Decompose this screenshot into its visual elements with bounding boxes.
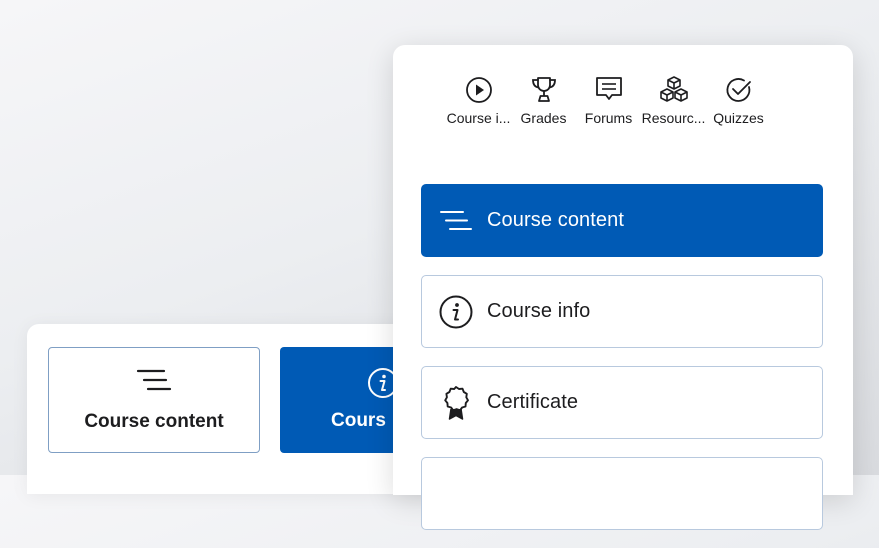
menu-item-label: Course content [487,209,625,231]
lines-icon [438,203,474,239]
tab-course-info[interactable]: Course i... [445,73,512,126]
tab-bar: Course i... Grades Forums Resourc... Qui… [445,73,770,126]
menu-item-certificate[interactable]: Certificate [421,366,823,439]
tab-forums[interactable]: Forums [575,73,642,126]
menu-item-label: Certificate [487,391,579,413]
trophy-icon [510,73,577,107]
cubes-icon [640,73,707,107]
menu-item-course-info[interactable]: Course info [421,275,823,348]
menu-item-course-content[interactable]: Course content [421,184,823,257]
nav-drawer: Course i... Grades Forums Resourc... Qui… [393,45,853,530]
tab-resources[interactable]: Resourc... [640,73,707,126]
menu-item-partial[interactable] [421,457,823,530]
tile-layout-panel: Course content Cours [27,324,492,494]
award-icon [438,385,474,421]
tile-label: Course content [84,411,224,432]
tab-grades[interactable]: Grades [510,73,577,126]
tab-label: Grades [520,110,567,126]
chat-bubble-icon [575,73,642,107]
menu-item-label: Course info [487,300,591,322]
check-circle-icon [705,73,772,107]
tab-label: Forums [584,110,633,126]
play-circle-icon [445,73,512,107]
menu-list: Course content Course info Certificate [421,184,823,548]
tile-course-content[interactable]: Course content [48,347,260,453]
tab-label: Quizzes [713,110,764,126]
lines-icon [49,368,259,398]
tab-label: Course i... [446,110,511,126]
tab-quizzes[interactable]: Quizzes [705,73,772,126]
tab-label: Resourc... [641,110,706,126]
info-icon [438,294,474,330]
